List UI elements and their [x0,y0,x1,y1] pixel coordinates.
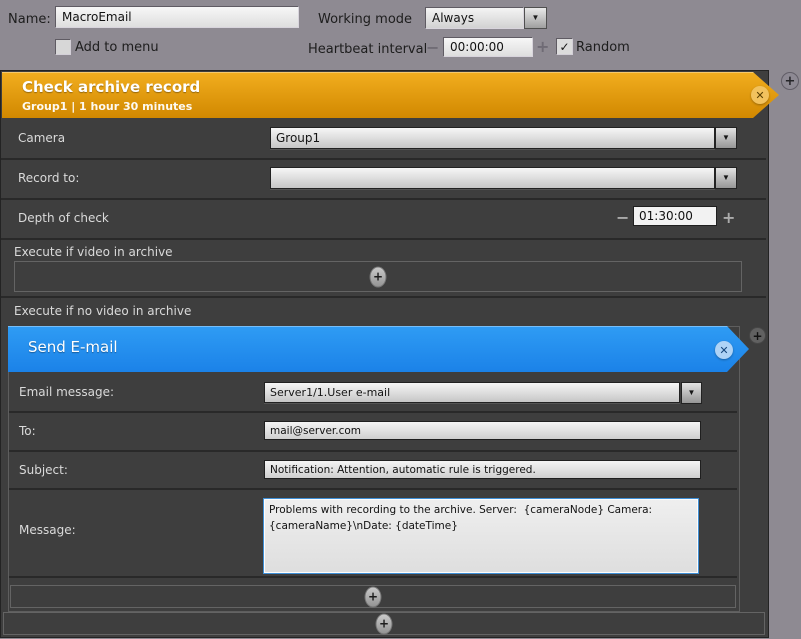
close-icon: ✕ [755,89,764,102]
execute-if-no-video-section: Execute if no video in archive [1,298,766,322]
add-to-menu-checkbox[interactable] [55,39,71,55]
record-to-select[interactable] [270,167,715,189]
plus-icon: + [373,270,383,284]
heartbeat-minus-icon[interactable]: − [426,40,439,56]
chevron-down-icon: ▼ [722,174,730,182]
depth-minus-icon[interactable]: − [616,210,629,226]
depth-plus-icon[interactable]: + [722,210,735,226]
add-action-button[interactable]: + [781,72,799,90]
add-step-button[interactable]: + [376,613,393,634]
plus-icon: + [785,75,796,88]
camera-select[interactable]: Group1 [270,127,715,149]
checkmark-icon: ✓ [559,40,569,54]
plus-icon: + [368,590,378,604]
close-icon: ✕ [719,344,728,357]
check-archive-record-header[interactable]: Check archive record Group1 | 1 hour 30 … [2,72,779,118]
check-archive-record-subtitle: Group1 | 1 hour 30 minutes [22,100,192,113]
execute-if-no-video-label: Execute if no video in archive [14,304,191,318]
heartbeat-interval-input[interactable] [443,37,533,57]
add-step-button[interactable]: + [370,266,387,287]
to-input[interactable] [264,421,701,440]
execute-if-video-slot: + [14,261,742,292]
email-message-label: Email message: [19,385,114,399]
heartbeat-plus-icon[interactable]: + [536,39,549,55]
random-label: Random [576,40,630,55]
close-send-email-button[interactable]: ✕ [715,341,733,359]
send-email-title: Send E-mail [28,338,118,356]
working-mode-label: Working mode [318,12,412,27]
subject-input[interactable] [264,460,701,479]
execute-if-video-label: Execute if video in archive [14,245,173,259]
camera-label: Camera [18,131,65,145]
macro-settings-topbar: Name: Working mode Always ▼ Add to menu … [0,0,801,70]
send-email-header[interactable]: Send E-mail [8,326,749,372]
plus-icon: + [752,330,762,342]
name-label: Name: [8,12,51,27]
record-to-dropdown-button[interactable]: ▼ [715,167,737,189]
message-textarea[interactable]: Problems with recording to the archive. … [263,498,699,574]
add-nested-action-button[interactable]: + [749,327,766,344]
check-archive-record-title: Check archive record [22,78,200,96]
heartbeat-interval-label: Heartbeat interval [308,42,427,57]
name-input[interactable] [55,6,299,28]
depth-of-check-input[interactable] [633,206,717,226]
no-video-add-slot: + [3,612,765,635]
email-message-select[interactable]: Server1/1.User e-mail [264,382,680,403]
message-label: Message: [19,523,76,537]
close-check-archive-button[interactable]: ✕ [751,86,769,104]
send-email-add-slot: + [10,585,736,608]
plus-icon: + [379,617,389,631]
record-to-label: Record to: [18,171,79,185]
working-mode-select[interactable]: Always [425,7,524,29]
to-label: To: [19,424,36,438]
depth-of-check-label: Depth of check [18,211,109,225]
macro-editor-screen: Name: Working mode Always ▼ Add to menu … [0,0,801,639]
working-mode-dropdown-button[interactable]: ▼ [524,7,547,29]
chevron-down-icon: ▼ [532,14,540,22]
chevron-down-icon: ▼ [688,389,696,397]
execute-if-video-section: Execute if video in archive + [1,240,766,298]
camera-dropdown-button[interactable]: ▼ [715,127,737,149]
subject-label: Subject: [19,463,68,477]
email-message-dropdown-button[interactable]: ▼ [681,382,702,404]
add-to-menu-label: Add to menu [75,40,159,55]
chevron-down-icon: ▼ [722,134,730,142]
random-checkbox[interactable]: ✓ [556,38,573,55]
add-step-button[interactable]: + [365,586,382,607]
